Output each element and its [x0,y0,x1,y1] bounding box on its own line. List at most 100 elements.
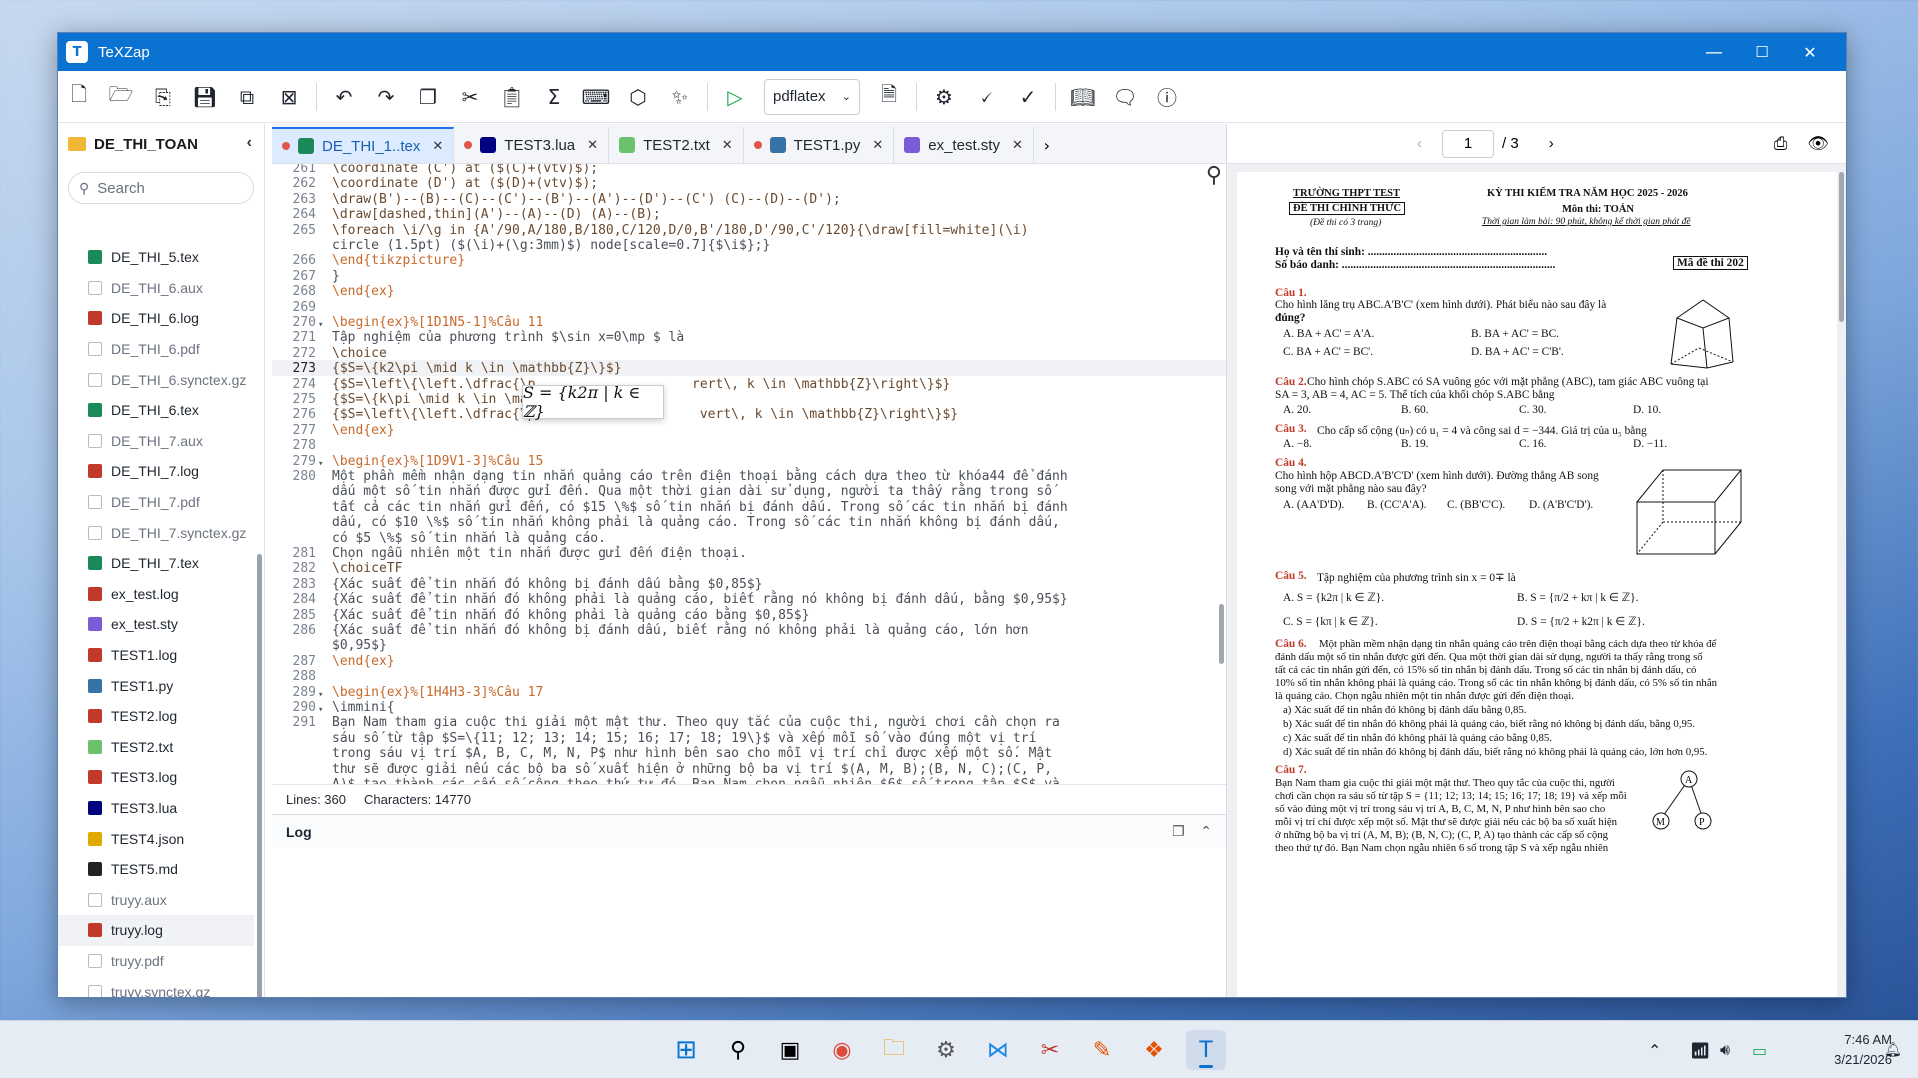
fold-toggle-icon[interactable]: ▾ [318,688,323,703]
keyboard-icon[interactable]: ⌨ [575,79,617,115]
texzap-taskbar-icon[interactable]: T [1186,1030,1226,1070]
code-line[interactable]: \draw[dashed,thin](A')--(A)--(D) (A)--(B… [332,207,661,222]
close-button[interactable]: ✕ [1781,33,1839,71]
book-icon[interactable]: 📖︎ [1062,79,1104,115]
paste-icon[interactable]: 📋︎ [491,79,533,115]
close-tab-icon[interactable]: ✕ [872,137,883,153]
file-check-icon[interactable]: 🗸 [965,79,1007,115]
copy-icon[interactable]: ❐ [407,79,449,115]
file-item[interactable]: DE_THI_6.tex [58,395,254,426]
info-icon[interactable]: ⓘ [1146,79,1188,115]
vscode-icon[interactable]: ⋈ [978,1030,1018,1070]
file-item[interactable]: TEST2.log [58,701,254,732]
file-item[interactable]: TEST3.lua [58,793,254,824]
file-item[interactable]: truyy.synctex.gz [58,976,254,997]
undo-icon[interactable]: ↶ [323,79,365,115]
prev-page-icon[interactable]: ‹ [1417,135,1422,152]
file-explorer-icon[interactable]: 🗀 [874,1030,914,1070]
file-item[interactable]: DE_THI_7.tex [58,548,254,579]
file-item[interactable]: TEST5.md [58,854,254,885]
tab-lua[interactable]: TEST3.lua ✕ [454,127,610,163]
open-folder-icon[interactable]: 🗁 [100,79,142,115]
file-item[interactable]: DE_THI_6.log [58,303,254,334]
fold-toggle-icon[interactable]: ▾ [318,318,323,333]
file-item[interactable]: TEST1.py [58,670,254,701]
explorer-scrollbar[interactable] [257,554,262,997]
code-line[interactable]: } [332,269,340,284]
code-line[interactable]: tất cả các tin nhắn gửi đến, có $15 \%$ … [332,500,1068,515]
chevron-up-icon[interactable]: ⌃ [1200,823,1212,839]
file-item[interactable]: truyy.log [58,915,254,946]
close-file-icon[interactable]: ⊠ [268,79,310,115]
battery-icon[interactable]: ▭ [1752,1021,1767,1078]
check-icon[interactable]: ✓ [1007,79,1049,115]
file-item[interactable]: DE_THI_5.tex [58,242,254,273]
code-line[interactable]: \begin{ex}%[1D9V1-3]%Câu 15 [332,454,543,469]
editor-scrollbar[interactable] [1219,604,1224,664]
file-item[interactable]: DE_THI_6.aux [58,273,254,304]
file-item[interactable]: ex_test.log [58,579,254,610]
engine-select[interactable]: pdflatex ⌄ [764,78,860,115]
chrome-icon[interactable]: ◉ [822,1030,862,1070]
cube-icon[interactable]: ⬡ [617,79,659,115]
pdf-scrollbar[interactable] [1839,172,1844,322]
file-item[interactable]: DE_THI_7.log [58,456,254,487]
tab-py[interactable]: TEST1.py ✕ [743,127,895,163]
code-line[interactable]: circle (1.5pt) ($(\i)+(\g:3mm)$) node[sc… [332,238,770,253]
code-line[interactable]: \coordinate (C') at ($(C)+(vtv)$); [332,164,598,176]
volume-icon[interactable]: 🔊︎ [1720,1021,1730,1078]
next-page-icon[interactable]: › [1549,135,1554,152]
close-tab-icon[interactable]: ✕ [432,138,443,154]
file-item[interactable]: DE_THI_7.pdf [58,487,254,518]
close-tab-icon[interactable]: ✕ [722,137,733,153]
notification-icon[interactable]: 🔔︎ [1884,1021,1902,1078]
file-item[interactable]: DE_THI_7.aux [58,426,254,457]
code-line[interactable]: \begin{ex}%[1D1N5-1]%Câu 11 [332,315,543,330]
feedback-icon[interactable]: 🗨 [1104,79,1146,115]
file-item[interactable]: DE_THI_7.synctex.gz [58,517,254,548]
log-panel-header[interactable]: Log ❐ ⌃ [272,814,1226,848]
search-input[interactable]: ⚲ Search [68,172,254,204]
copy-log-icon[interactable]: ❐ [1172,823,1185,839]
close-tab-icon[interactable]: ✕ [1012,137,1023,153]
code-line[interactable]: \end{ex} [332,284,395,299]
new-file-icon[interactable]: 🗋 [58,79,100,115]
code-line[interactable]: \immini{ [332,700,395,715]
print-icon[interactable]: ⎙ [1774,134,1788,154]
file-item[interactable]: truyy.aux [58,884,254,915]
code-line[interactable]: {Xác suất để tin nhắn đó không phải là q… [332,608,809,623]
tab-txt[interactable]: TEST2.txt ✕ [609,127,744,163]
code-editor[interactable]: 261 262 263 264 265 266 267 268 269 270 ▾ 271 272 273… [272,164,1226,784]
code-line[interactable]: có $5 \%$ số tin nhắn là quảng cáo. [332,531,606,546]
code-line[interactable]: \end{ex} [332,423,395,438]
code-line[interactable]: \foreach \i/\g in {A'/90,A/180,B/180,C/1… [332,223,1029,238]
code-line[interactable]: \end{ex} [332,654,395,669]
file-item[interactable]: TEST1.log [58,640,254,671]
code-line[interactable]: \begin{ex}%[1H4H3-3]%Câu 17 [332,685,543,700]
settings-icon[interactable]: ⚙ [926,1030,966,1070]
code-line[interactable]: {Xác suất để tin nhắn đó không bị đánh d… [332,623,1029,638]
cut-icon[interactable]: ✂ [449,79,491,115]
orange-app-icon[interactable]: ❖ [1134,1030,1174,1070]
code-line[interactable]: dấu một số tin nhắn được gửi đến. Qua mộ… [332,484,1052,499]
code-line[interactable]: sáu số từ tập $S=\{11; 12; 13; 14; 15; 1… [332,731,1036,746]
fold-toggle-icon[interactable]: ▾ [318,457,323,472]
settings-gear-icon[interactable]: ⚙ [923,79,965,115]
code-line[interactable]: {Xác suất để tin nhắn đó không bị đánh d… [332,577,762,592]
wifi-icon[interactable]: 📶︎ [1690,1021,1710,1078]
code-line[interactable]: Chọn ngẫu nhiên một tin nhắn được gửi đế… [332,546,747,561]
code-line[interactable]: thư sẽ được giải nếu các bộ ba số xuất h… [332,762,1052,777]
close-tab-icon[interactable]: ✕ [587,137,598,153]
magic-wand-icon[interactable]: ✨︎ [659,79,701,115]
code-line[interactable]: \draw(B')--(B)--(C)--(C')--(B')--(A')--(… [332,192,841,207]
code-line[interactable]: Một phần mềm nhận dạng tin nhắn quảng cá… [332,469,1068,484]
fold-toggle-icon[interactable]: ▾ [318,703,323,718]
file-item[interactable]: TEST4.json [58,823,254,854]
snipping-tool-icon[interactable]: ✂ [1030,1030,1070,1070]
file-item[interactable]: TEST2.txt [58,732,254,763]
code-line[interactable]: {$S=\{k2\pi \mid k \in \mathbb{Z}\}$} [332,361,622,376]
save-all-icon[interactable]: ⧉ [226,79,268,115]
code-line[interactable]: \choiceTF [332,561,402,576]
code-line[interactable]: $0,95$} [332,638,387,653]
task-view-icon[interactable]: ▣ [770,1030,810,1070]
